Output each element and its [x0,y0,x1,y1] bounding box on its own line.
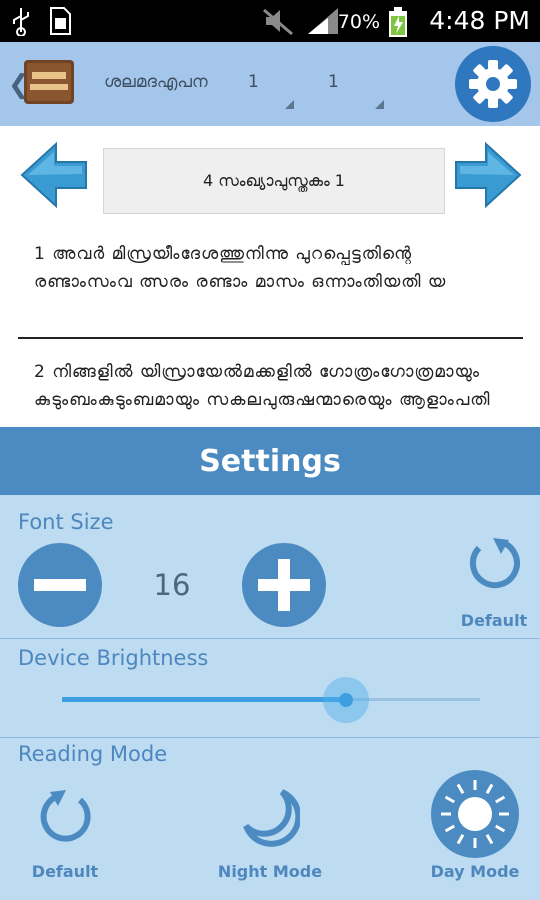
brightness-label: Device Brightness [18,646,209,670]
refresh-icon[interactable] [36,786,96,846]
sun-icon [441,780,509,848]
section-divider [0,638,540,639]
font-size-label: Font Size [18,510,114,534]
mute-icon [263,8,293,36]
next-chapter-arrow-icon[interactable] [452,140,522,210]
moon-icon[interactable] [238,786,300,848]
clock: 4:48 PM [429,6,530,35]
font-size-value: 16 [153,568,191,602]
reading-mode-default-button[interactable]: Default [15,862,115,881]
status-bar: 70% 4:48 PM [0,0,540,42]
battery-percent: 70% [337,11,380,33]
verse-divider [18,337,523,339]
action-bar: ❮ ശലമദഎപന 1 1 [0,42,540,126]
chapter-dropdown-caret-icon [285,100,294,109]
reading-mode-label: Reading Mode [18,742,168,766]
verse-selector[interactable]: 1 [328,72,339,92]
settings-button[interactable] [455,46,531,122]
section-divider [0,737,540,738]
usb-icon [13,8,29,36]
plus-icon [258,559,310,611]
signal-icon [308,8,338,34]
gear-icon [469,60,517,108]
verse-text: 2 നിങ്ങളിൽ യിസ്രായേൽമക്കളിൽ ഗോത്രംഗോത്രമ… [34,362,491,410]
brightness-slider-thumb[interactable] [323,677,370,723]
battery-charging-icon [389,7,407,37]
verse-dropdown-caret-icon [375,100,384,109]
decrease-font-button[interactable] [18,543,102,627]
chapter-title: 4 സംഖ്യാപുസ്തകം 1 [103,148,445,214]
day-mode-button[interactable]: Day Mode [420,862,530,881]
minus-icon [34,579,86,591]
verse-text: 1 അവർ മിസ്രയീംദേശത്തുനിന്നു പുറപ്പെട്ടതി… [34,244,447,292]
day-mode-selected-indicator[interactable] [431,770,519,858]
previous-chapter-arrow-icon[interactable] [20,140,90,210]
brightness-slider-fill [62,697,347,702]
increase-font-button[interactable] [242,543,326,627]
settings-title: Settings [0,427,540,495]
chapter-selector[interactable]: 1 [248,72,259,92]
bible-book-icon[interactable] [22,58,76,106]
book-selector[interactable]: ശലമദഎപന [104,72,208,92]
night-mode-button[interactable]: Night Mode [212,862,328,881]
sim-icon [50,7,71,35]
default-font-size-button[interactable]: Default [455,611,533,630]
reset-font-size-icon[interactable] [465,534,523,592]
